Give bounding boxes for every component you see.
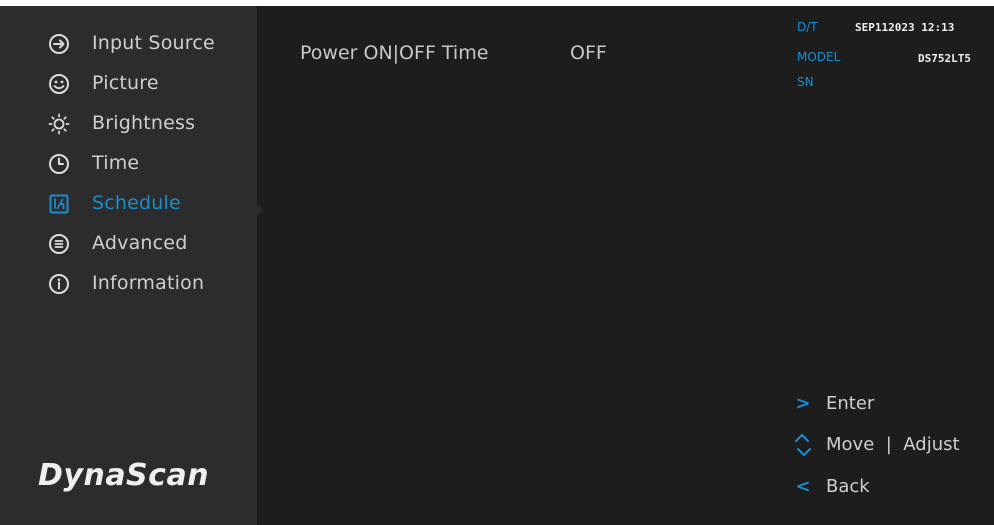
sidebar-item-label: Input Source: [92, 32, 215, 54]
back-hint-label: Back: [826, 476, 870, 497]
dt-label: D/T: [797, 20, 818, 34]
sidebar-item-label: Time: [92, 152, 140, 174]
up-down-arrows-icon: [793, 433, 813, 457]
picture-icon: [46, 71, 72, 97]
adjust-label: Adjust: [903, 434, 960, 455]
sidebar-item-label: Schedule: [92, 192, 181, 214]
information-icon: [46, 271, 72, 297]
power-on-off-time-label[interactable]: Power ON|OFF Time: [300, 42, 488, 64]
sidebar-item-input-source[interactable]: Input Source: [0, 23, 257, 63]
chevron-right-icon: >: [795, 393, 811, 414]
power-on-off-time-value[interactable]: OFF: [570, 42, 607, 64]
sidebar-item-schedule[interactable]: Schedule: [0, 183, 257, 223]
sidebar-item-label: Advanced: [92, 232, 188, 254]
sidebar-item-picture[interactable]: Picture: [0, 63, 257, 103]
active-item-pointer: [257, 204, 264, 216]
sn-label: SN: [797, 75, 814, 89]
model-value: DS752LT5: [918, 52, 971, 65]
sidebar-item-advanced[interactable]: Advanced: [0, 223, 257, 263]
clock-icon: [46, 151, 72, 177]
sidebar-item-label: Brightness: [92, 112, 196, 134]
move-label: Move: [826, 434, 875, 455]
model-label: MODEL: [797, 50, 841, 64]
sidebar-item-information[interactable]: Information: [0, 263, 257, 303]
sidebar: Input Source Picture Brightness Time Sch: [0, 6, 257, 525]
osd-screen: Input Source Picture Brightness Time Sch: [0, 6, 994, 525]
enter-hint-label: Enter: [826, 393, 875, 414]
move-adjust-hint-label: Move | Adjust: [826, 434, 960, 455]
advanced-icon: [46, 231, 72, 257]
sidebar-item-time[interactable]: Time: [0, 143, 257, 183]
sidebar-item-label: Information: [92, 272, 205, 294]
hint-separator: |: [885, 434, 892, 455]
input-source-icon: [46, 31, 72, 57]
chevron-left-icon: <: [795, 476, 811, 497]
dt-value: SEP112023 12:13: [855, 21, 955, 34]
dynascan-logo: DynaScan: [38, 458, 210, 493]
brightness-icon: [46, 111, 72, 137]
sidebar-item-label: Picture: [92, 72, 159, 94]
sidebar-item-brightness[interactable]: Brightness: [0, 103, 257, 143]
schedule-icon: [46, 191, 72, 217]
